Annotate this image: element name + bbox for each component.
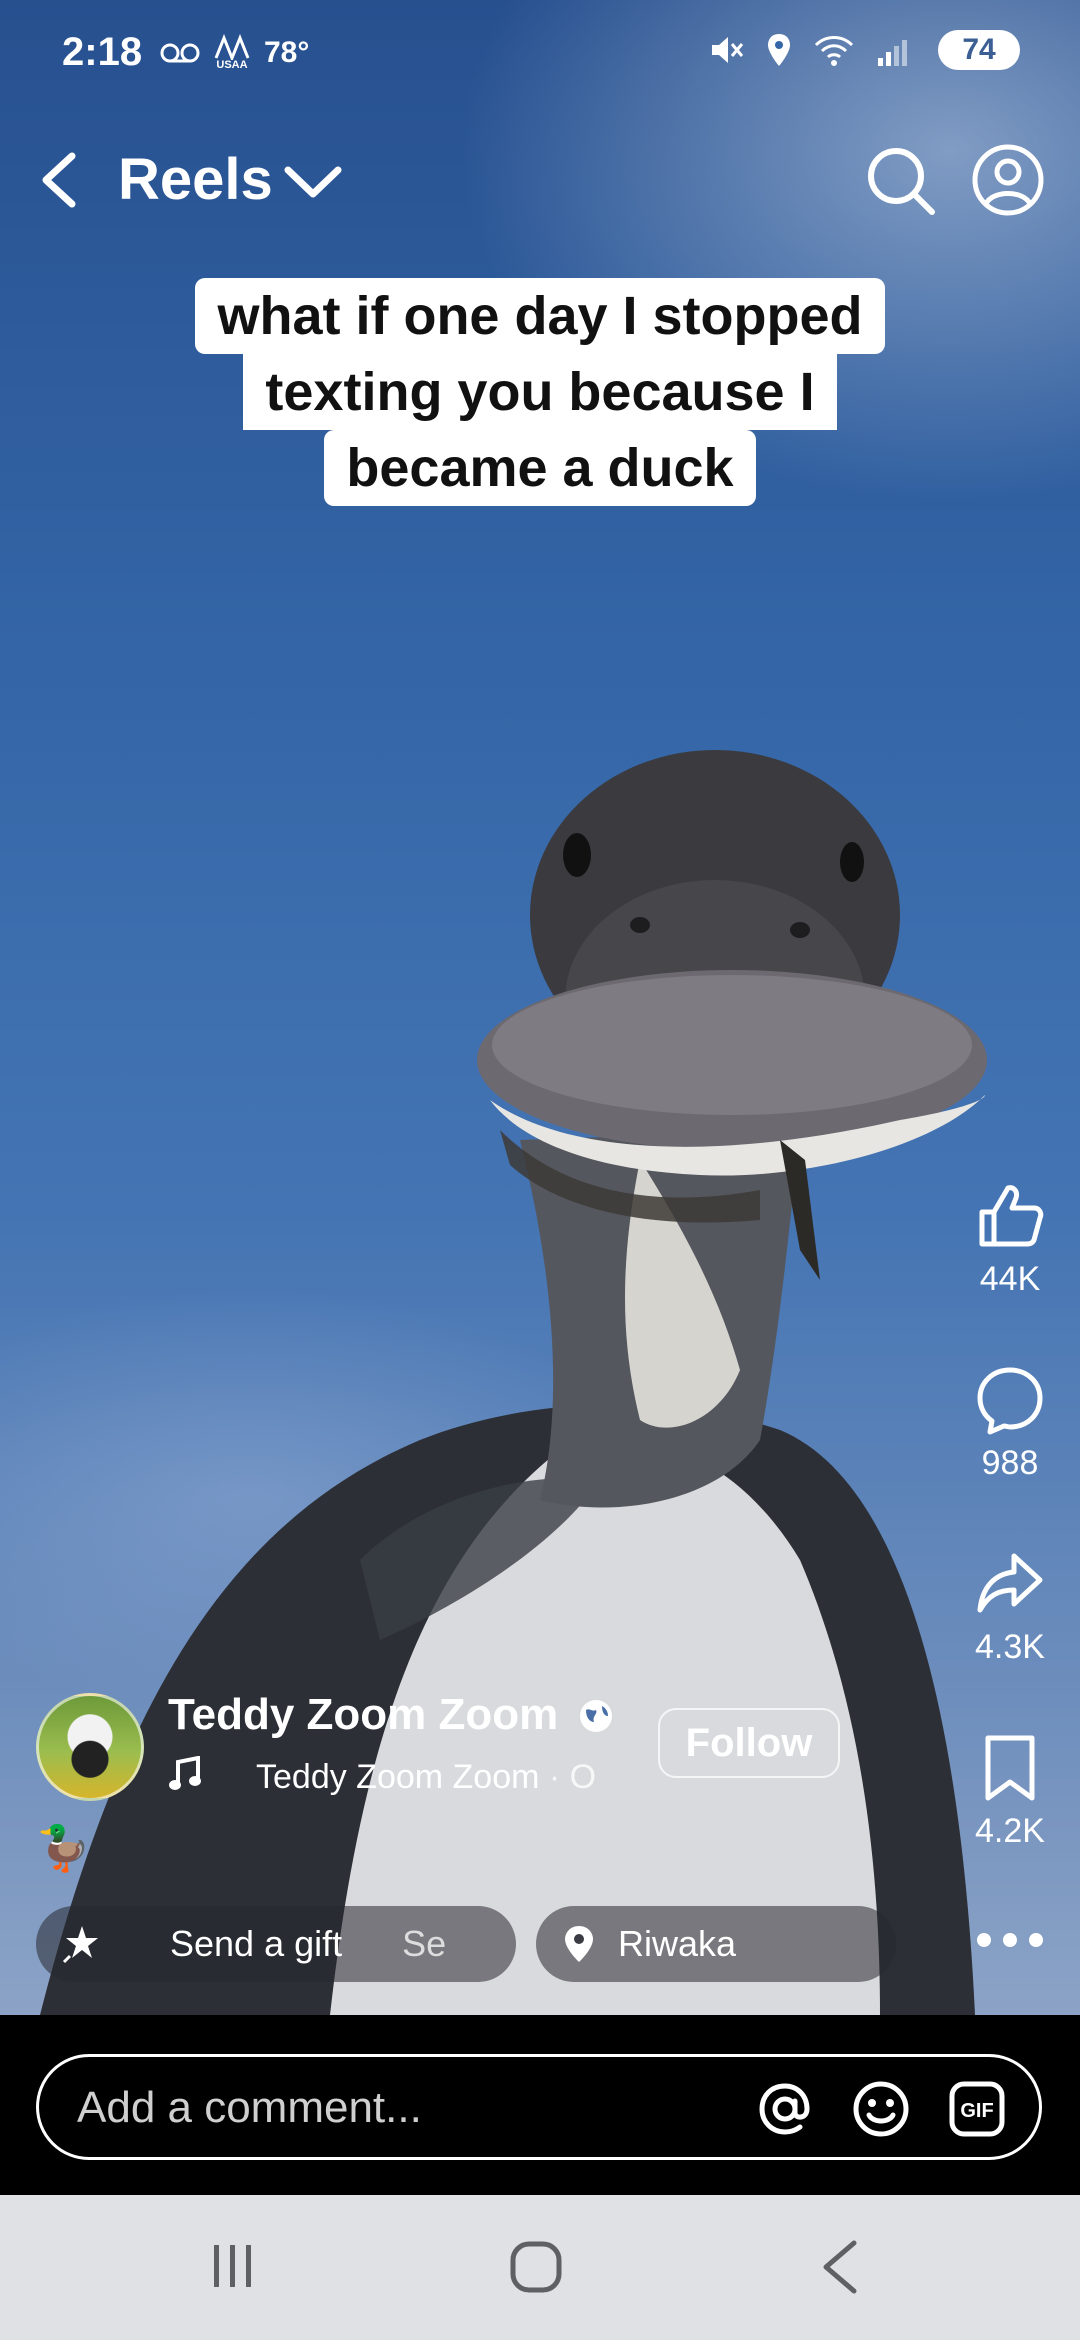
save-count: 4.2K bbox=[975, 1812, 1045, 1850]
bookmark-icon bbox=[985, 1735, 1035, 1801]
system-nav-bar bbox=[0, 2195, 1080, 2340]
emoji-icon[interactable] bbox=[851, 2079, 911, 2139]
status-left-icons: USAA 78° bbox=[160, 34, 309, 71]
reels-header: Reels bbox=[0, 130, 1080, 230]
location-icon bbox=[768, 34, 790, 66]
recent-apps-icon[interactable] bbox=[208, 2241, 258, 2291]
save-button[interactable]: 4.2K bbox=[960, 1732, 1060, 1851]
caption-line-3: became a duck bbox=[324, 430, 756, 506]
comment-placeholder: Add a comment... bbox=[77, 2083, 422, 2132]
thumbs-up-icon bbox=[979, 1185, 1044, 1247]
author-name[interactable]: Teddy Zoom Zoom bbox=[168, 1690, 558, 1740]
share-arrow-icon bbox=[977, 1553, 1043, 1613]
wifi-icon bbox=[814, 36, 854, 66]
more-dots-icon[interactable] bbox=[968, 1920, 1052, 1960]
send-gift-chip[interactable]: Send a gift Se bbox=[36, 1906, 516, 1982]
avatar[interactable] bbox=[36, 1693, 144, 1801]
follow-button[interactable]: Follow bbox=[658, 1708, 840, 1778]
mute-icon bbox=[712, 37, 744, 63]
signal-icon bbox=[878, 40, 907, 66]
like-count: 44K bbox=[979, 1260, 1041, 1298]
reels-screen: 2:18 USAA 78° 74 Reels what if one day I… bbox=[0, 0, 1080, 2340]
comment-bubble-icon bbox=[977, 1367, 1043, 1435]
status-bar: 2:18 USAA 78° 74 bbox=[0, 0, 1080, 100]
location-chip[interactable]: Riwaka bbox=[536, 1906, 896, 1982]
usaa-icon: USAA bbox=[214, 34, 250, 71]
status-time: 2:18 bbox=[62, 30, 143, 74]
like-button[interactable]: 44K bbox=[960, 1180, 1060, 1299]
back-button[interactable] bbox=[32, 150, 88, 210]
audio-suffix: · O bbox=[539, 1758, 597, 1796]
caption-line-1: what if one day I stopped bbox=[195, 278, 885, 354]
svg-text:GIF: GIF bbox=[960, 2100, 993, 2122]
comment-input[interactable]: Add a comment... GIF bbox=[36, 2054, 1042, 2160]
caption-line-2: texting you because I bbox=[243, 354, 837, 430]
location-pin-icon bbox=[565, 1926, 593, 1962]
send-gift-label: Send a gift bbox=[170, 1923, 343, 1964]
comment-bar: Add a comment... GIF bbox=[0, 2015, 1080, 2195]
page-title[interactable]: Reels bbox=[118, 146, 273, 213]
home-icon[interactable] bbox=[508, 2239, 564, 2295]
temperature: 78° bbox=[264, 35, 310, 69]
profile-icon[interactable] bbox=[970, 142, 1046, 218]
video-caption: what if one day I stopped texting you be… bbox=[140, 278, 940, 506]
battery-level: 74 bbox=[962, 33, 996, 66]
music-note-icon bbox=[169, 1756, 201, 1790]
audio-name: Teddy Zoom Zoom bbox=[256, 1758, 540, 1796]
duck-emoji: 🦆 bbox=[36, 1824, 91, 1873]
battery-indicator: 74 bbox=[938, 30, 1020, 70]
globe-icon bbox=[580, 1700, 612, 1732]
search-icon[interactable] bbox=[862, 142, 938, 218]
chevron-down-icon[interactable] bbox=[282, 160, 344, 204]
gif-icon[interactable]: GIF bbox=[947, 2079, 1007, 2139]
gift-sparkle-icon bbox=[62, 1926, 98, 1964]
share-count: 4.3K bbox=[975, 1628, 1045, 1666]
comment-count: 988 bbox=[981, 1444, 1039, 1482]
follow-label: Follow bbox=[685, 1720, 813, 1765]
voicemail-icon bbox=[160, 43, 200, 62]
chip-overflow-text: Se bbox=[402, 1923, 447, 1964]
location-label: Riwaka bbox=[618, 1923, 737, 1964]
status-right-icons: 74 bbox=[708, 30, 1020, 70]
audio-track[interactable]: Teddy Zoom Zoom · O bbox=[256, 1758, 616, 1797]
comment-button[interactable]: 988 bbox=[960, 1364, 1060, 1483]
share-button[interactable]: 4.3K bbox=[960, 1548, 1060, 1667]
mention-icon[interactable] bbox=[755, 2079, 815, 2139]
usaa-label: USAA bbox=[216, 59, 248, 71]
nav-back-icon[interactable] bbox=[818, 2239, 862, 2295]
